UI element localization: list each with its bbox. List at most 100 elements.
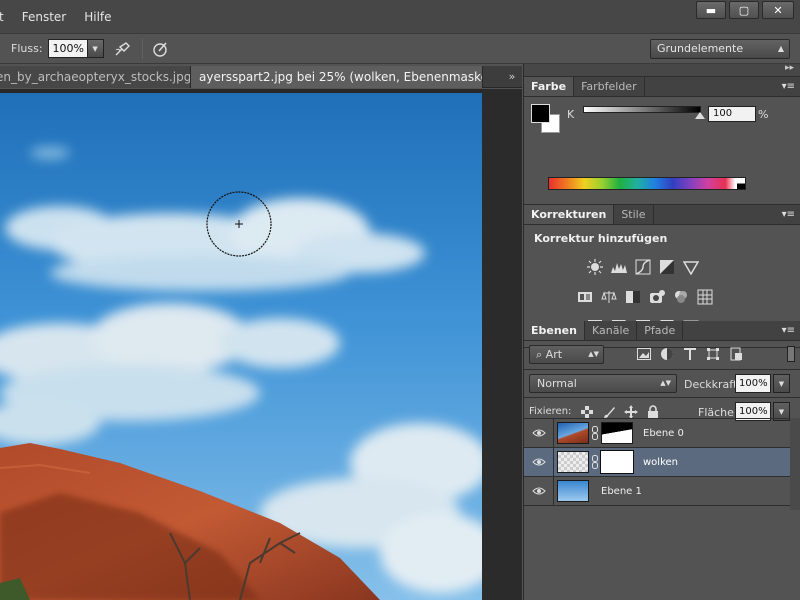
- chevron-updown-icon: ▲▼: [660, 379, 671, 387]
- chevron-updown-icon: ▲: [777, 44, 784, 53]
- filter-toggle[interactable]: [787, 346, 795, 362]
- k-slider-thumb[interactable]: [695, 112, 705, 119]
- layer-mask-thumbnail[interactable]: [600, 450, 634, 474]
- flow-dropdown-button[interactable]: ▼: [87, 39, 104, 58]
- lock-label: Fixieren:: [529, 406, 572, 417]
- layer-filter-select[interactable]: ⌕ Art ▲▼: [529, 345, 604, 364]
- adjustments-title: Korrektur hinzufügen: [534, 232, 668, 245]
- minimize-icon: ▬: [705, 3, 717, 17]
- layer-list: Ebene 0 wolken Ebene 1: [524, 418, 800, 506]
- tablet-pressure-icon[interactable]: [151, 40, 169, 58]
- close-window-button[interactable]: ✕: [762, 1, 794, 19]
- document-tab-1[interactable]: en_by_archaeopteryx_stocks.jpg ✕: [0, 66, 191, 88]
- k-slider[interactable]: [583, 106, 701, 113]
- layer-row-ebene-0[interactable]: Ebene 0: [524, 418, 800, 448]
- layers-scrollbar[interactable]: [790, 418, 800, 510]
- filter-text-icon[interactable]: [682, 346, 698, 362]
- panel-menu-icon[interactable]: ▾≡: [782, 321, 795, 341]
- maximize-button[interactable]: ▢: [729, 1, 759, 19]
- filter-pixel-icon[interactable]: [636, 346, 652, 362]
- flow-label: Fluss:: [11, 42, 43, 55]
- layer-mask-thumbnail[interactable]: [601, 422, 633, 444]
- photo-filter-icon[interactable]: [648, 288, 665, 305]
- flow-input[interactable]: 100%: [47, 39, 88, 58]
- layer-row-wolken[interactable]: wolken: [524, 447, 800, 477]
- tab-farbfelder[interactable]: Farbfelder: [574, 77, 645, 96]
- airbrush-icon[interactable]: [114, 40, 132, 58]
- tab-korrekturen[interactable]: Korrekturen: [524, 205, 615, 224]
- adjustments-panel-tabs: Korrekturen Stile ▾≡: [524, 205, 800, 225]
- tab-overflow-button[interactable]: »: [502, 66, 522, 87]
- blend-row: Normal ▲▼ Deckkraft: 100% ▼: [524, 369, 800, 397]
- eye-icon[interactable]: [524, 418, 554, 448]
- color-balance-icon[interactable]: [600, 288, 617, 305]
- k-value-input[interactable]: 100: [708, 106, 756, 122]
- brightness-icon[interactable]: [586, 258, 603, 275]
- color-panel: K 100 %: [524, 97, 800, 205]
- menu-item-fenster[interactable]: Fenster: [13, 0, 76, 34]
- curves-icon[interactable]: [634, 258, 651, 275]
- black-white-icon[interactable]: [624, 288, 641, 305]
- panel-menu-icon[interactable]: ▾≡: [782, 205, 795, 225]
- filter-adjustment-icon[interactable]: [659, 346, 675, 362]
- layer-thumbnail: [557, 422, 589, 444]
- adjustments-row-1: [586, 258, 699, 275]
- foreground-color-swatch[interactable]: [531, 104, 550, 123]
- workspace-select[interactable]: Grundelemente ▲: [650, 39, 790, 59]
- tab-kanaele[interactable]: Kanäle: [585, 321, 638, 340]
- mask-link-icon[interactable]: [590, 455, 600, 469]
- layer-filter-row: ⌕ Art ▲▼: [524, 341, 800, 369]
- panel-dock: ▸▸ Farbe Farbfelder ▾≡ K 100 % Korrektur…: [523, 63, 800, 600]
- levels-icon[interactable]: [610, 258, 627, 275]
- minimize-button[interactable]: ▬: [696, 1, 726, 19]
- filter-smartobject-icon[interactable]: [728, 346, 744, 362]
- maximize-icon: ▢: [738, 3, 750, 17]
- document-tab-title: ayersspart2.jpg bei 25% (wolken, Ebenenm…: [199, 70, 483, 84]
- collapse-icon[interactable]: ▸▸: [785, 63, 794, 73]
- tab-ebenen[interactable]: Ebenen: [524, 321, 585, 340]
- layer-name[interactable]: Ebene 0: [643, 428, 684, 439]
- opacity-dropdown-button[interactable]: ▼: [773, 374, 790, 393]
- layer-name[interactable]: Ebene 1: [601, 486, 642, 497]
- layer-row-ebene-1[interactable]: Ebene 1: [524, 476, 800, 506]
- tab-pfade[interactable]: Pfade: [637, 321, 684, 340]
- panel-menu-icon[interactable]: ▾≡: [782, 77, 795, 97]
- options-divider: [141, 38, 143, 59]
- layer-name[interactable]: wolken: [643, 457, 678, 468]
- tab-farbe[interactable]: Farbe: [524, 77, 575, 96]
- eye-icon[interactable]: [524, 447, 554, 477]
- layer-filter-value: Art: [545, 348, 563, 361]
- chevron-updown-icon: ▲▼: [588, 350, 599, 358]
- layer-thumbnail: [557, 480, 589, 502]
- document-tab-2[interactable]: ayersspart2.jpg bei 25% (wolken, Ebenenm…: [191, 66, 483, 88]
- channel-mixer-icon[interactable]: [672, 288, 689, 305]
- exposure-icon[interactable]: [658, 258, 675, 275]
- eye-icon[interactable]: [524, 476, 554, 506]
- opacity-label: Deckkraft:: [684, 378, 741, 391]
- k-unit-label: %: [758, 108, 769, 121]
- k-channel-label: K: [567, 108, 575, 121]
- color-lookup-icon[interactable]: [696, 288, 713, 305]
- opacity-input[interactable]: 100%: [735, 374, 771, 393]
- close-icon: ✕: [773, 3, 783, 17]
- menu-bar: t Fenster Hilfe ▬ ▢ ✕: [0, 0, 800, 34]
- vibrance-icon[interactable]: [682, 258, 699, 275]
- layer-filter-icons: [636, 346, 744, 362]
- filter-shape-icon[interactable]: [705, 346, 721, 362]
- menu-item-partial[interactable]: t: [0, 0, 13, 34]
- document-tab-bar: en_by_archaeopteryx_stocks.jpg ✕ ayerssp…: [0, 66, 522, 88]
- tab-stile[interactable]: Stile: [614, 205, 654, 224]
- photo-image: [0, 93, 482, 600]
- menu-item-hilfe[interactable]: Hilfe: [75, 0, 120, 34]
- window-controls: ▬ ▢ ✕: [696, 1, 794, 19]
- dock-header[interactable]: ▸▸: [524, 63, 800, 77]
- blend-mode-select[interactable]: Normal ▲▼: [529, 374, 677, 393]
- canvas-area[interactable]: [0, 89, 522, 600]
- color-panel-tabs: Farbe Farbfelder ▾≡: [524, 77, 800, 97]
- document-canvas[interactable]: [0, 93, 482, 600]
- blend-mode-value: Normal: [537, 377, 577, 390]
- mask-link-icon[interactable]: [590, 426, 600, 440]
- black-white-swatches[interactable]: [737, 178, 745, 189]
- hue-saturation-icon[interactable]: [576, 288, 593, 305]
- color-spectrum-ramp[interactable]: [548, 177, 746, 190]
